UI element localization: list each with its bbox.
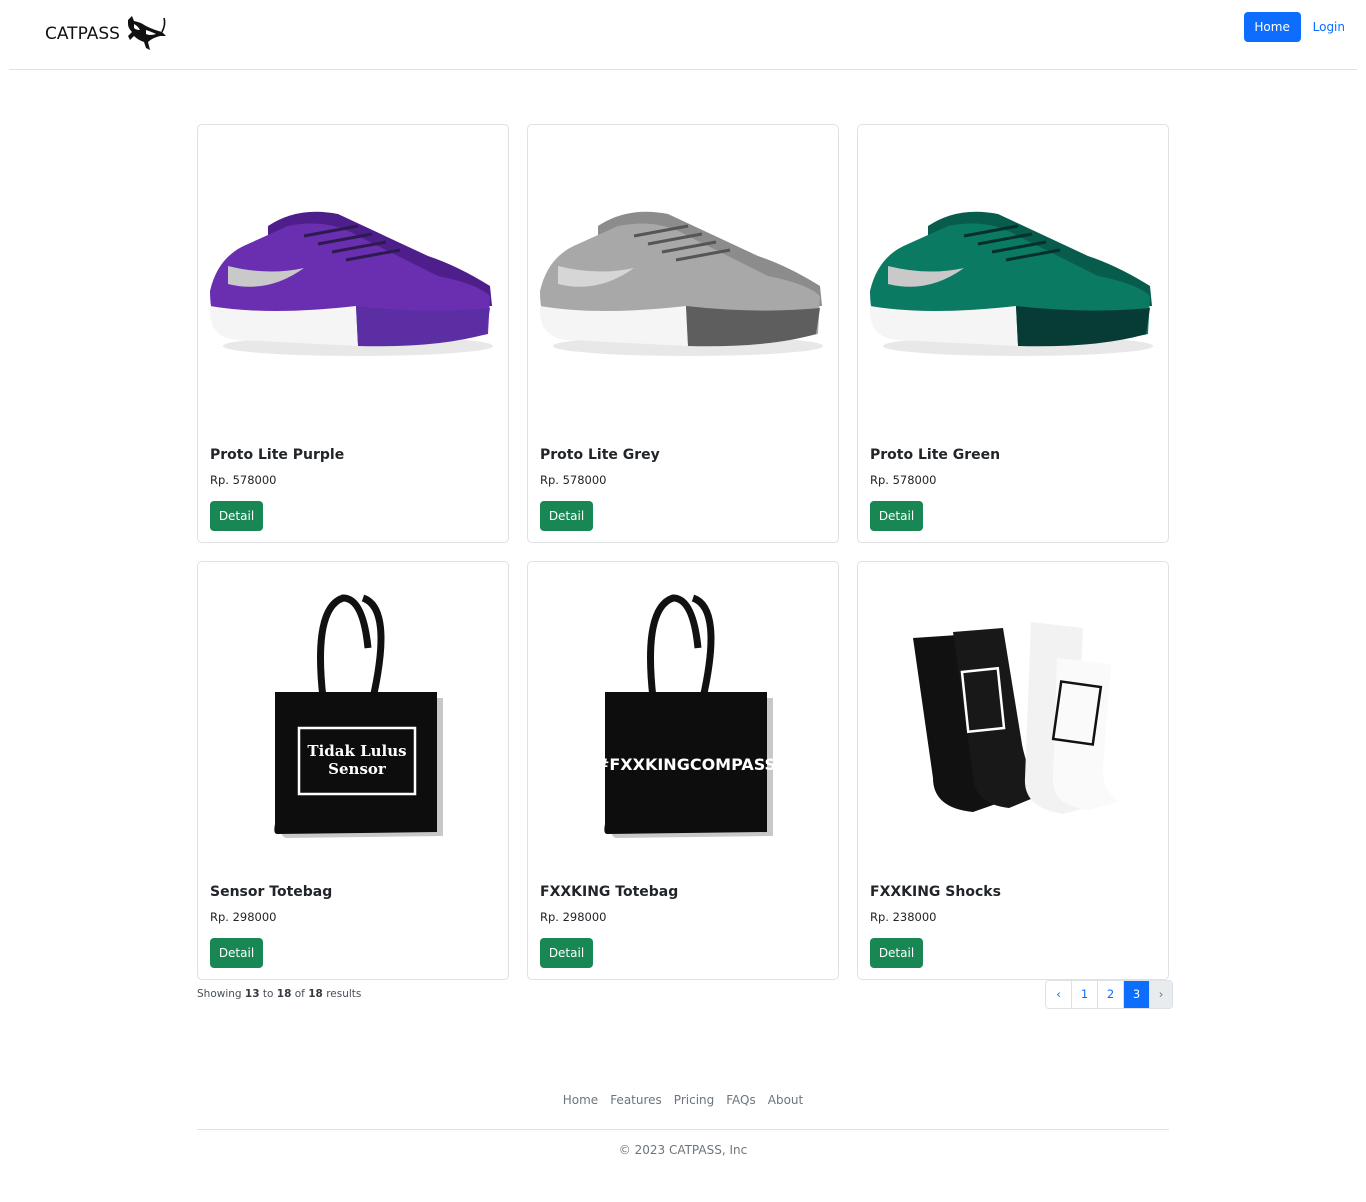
- results-from: 13: [244, 988, 260, 1000]
- product-card: Tidak Lulus Sensor Sensor Totebag Rp. 29…: [197, 561, 509, 980]
- detail-button[interactable]: Detail: [210, 501, 263, 531]
- brand-logo[interactable]: CATPASS: [45, 14, 168, 54]
- results-summary: Showing 13 to 18 of 18 results: [197, 988, 361, 1000]
- product-card: FXXKING Shocks Rp. 238000 Detail: [857, 561, 1169, 980]
- footer-link-about[interactable]: About: [768, 1093, 803, 1107]
- svg-text:Sensor: Sensor: [328, 760, 387, 778]
- product-name: FXXKING Totebag: [540, 884, 679, 900]
- detail-button[interactable]: Detail: [870, 938, 923, 968]
- product-name: Sensor Totebag: [210, 884, 333, 900]
- socks-image: [913, 622, 1119, 814]
- results-total: 18: [308, 988, 323, 1000]
- prev-page-button[interactable]: ‹: [1046, 981, 1072, 1008]
- product-name: Proto Lite Green: [870, 447, 1001, 463]
- next-page-button: ›: [1150, 981, 1172, 1008]
- svg-text:Tidak Lulus: Tidak Lulus: [307, 742, 406, 760]
- pagination: ‹ 1 2 3 ›: [1045, 980, 1173, 1009]
- results-to: 18: [276, 988, 292, 1000]
- product-name: FXXKING Shocks: [870, 884, 1001, 900]
- detail-button[interactable]: Detail: [210, 938, 263, 968]
- product-price: Rp. 578000: [870, 473, 937, 487]
- brand-name: CATPASS: [45, 24, 120, 44]
- product-card: Proto Lite Purple Rp. 578000 Detail: [197, 124, 509, 543]
- to-label: to: [262, 988, 274, 1000]
- nav-login-link[interactable]: Login: [1301, 12, 1357, 42]
- product-price: Rp. 298000: [210, 910, 277, 924]
- product-name: Proto Lite Grey: [540, 447, 660, 463]
- footer-link-faqs[interactable]: FAQs: [726, 1093, 756, 1107]
- detail-button[interactable]: Detail: [540, 938, 593, 968]
- product-card: Proto Lite Grey Rp. 578000 Detail: [527, 124, 839, 543]
- copyright: © 2023 CATPASS, Inc: [618, 1143, 748, 1157]
- main-nav: Home Login: [1243, 12, 1357, 42]
- footer-link-home[interactable]: Home: [563, 1093, 598, 1107]
- showing-label: Showing: [197, 988, 242, 1000]
- product-image: [858, 125, 1168, 437]
- sneaker-image: [210, 211, 493, 356]
- product-name: Proto Lite Purple: [210, 447, 345, 463]
- sneaker-image: [870, 211, 1153, 356]
- of-label: of: [294, 988, 305, 1000]
- footer-link-pricing[interactable]: Pricing: [674, 1093, 714, 1107]
- sneaker-image: [540, 211, 823, 356]
- page-3-button[interactable]: 3: [1124, 981, 1150, 1008]
- product-price: Rp. 578000: [540, 473, 607, 487]
- site-header: CATPASS Home Login: [9, 0, 1357, 70]
- totebag-image: #FXXKINGCOMPASS: [596, 594, 773, 838]
- footer-divider: [197, 1129, 1169, 1130]
- detail-button[interactable]: Detail: [540, 501, 593, 531]
- product-image: #FXXKINGCOMPASS: [528, 562, 838, 874]
- product-price: Rp. 238000: [870, 910, 937, 924]
- results-label: results: [326, 988, 362, 1000]
- footer-link-features[interactable]: Features: [610, 1093, 662, 1107]
- product-card: Proto Lite Green Rp. 578000 Detail: [857, 124, 1169, 543]
- page-1-button[interactable]: 1: [1072, 981, 1098, 1008]
- product-image: [198, 125, 508, 437]
- page-2-button[interactable]: 2: [1098, 981, 1124, 1008]
- product-image: [858, 562, 1168, 874]
- footer-nav: Home Features Pricing FAQs About: [0, 1093, 1366, 1107]
- cat-logo-icon: [127, 16, 166, 50]
- product-image: Tidak Lulus Sensor: [198, 562, 508, 874]
- nav-home-button[interactable]: Home: [1243, 12, 1301, 42]
- product-image: [528, 125, 838, 437]
- product-price: Rp. 298000: [540, 910, 607, 924]
- product-card: #FXXKINGCOMPASS FXXKING Totebag Rp. 2980…: [527, 561, 839, 980]
- detail-button[interactable]: Detail: [870, 501, 923, 531]
- svg-text:#FXXKINGCOMPASS: #FXXKINGCOMPASS: [596, 755, 773, 774]
- product-price: Rp. 578000: [210, 473, 277, 487]
- totebag-image: Tidak Lulus Sensor: [274, 594, 443, 838]
